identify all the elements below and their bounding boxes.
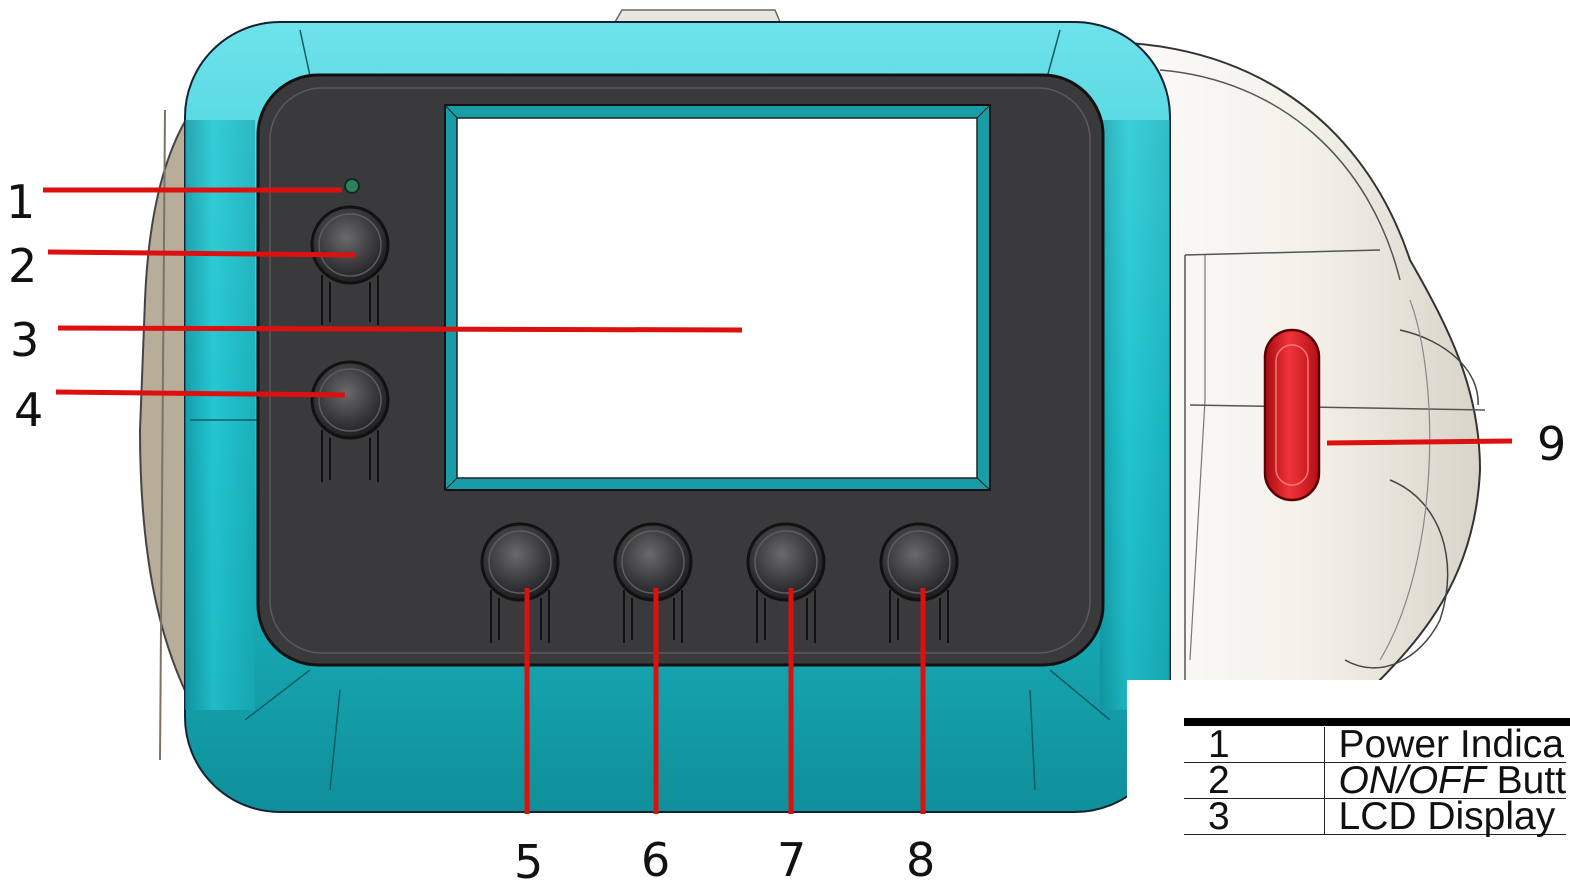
leader-line-2	[47, 249, 356, 258]
legend-description: Power Indica	[1324, 725, 1567, 764]
legend-row: 3 LCD Display	[1184, 797, 1567, 836]
lcd-display	[444, 104, 991, 491]
top-clip	[613, 9, 782, 23]
callout-5: 5	[514, 835, 543, 886]
leader-line-9	[1326, 438, 1513, 446]
callout-2: 2	[8, 239, 37, 293]
legend-row: 1 Power Indica	[1184, 725, 1567, 764]
legend-description: ON/OFF Butt	[1324, 761, 1567, 800]
callout-9: 9	[1537, 417, 1566, 471]
diagram-page: 1 2 3 4 5 6 7 8 9 1 Power Indica 2 ON/OF…	[0, 0, 1570, 886]
legend-number: 2	[1184, 761, 1325, 800]
legend-panel: 1 Power Indica 2 ON/OFF Butt 3 LCD Displ…	[1127, 680, 1570, 886]
callout-6: 6	[641, 833, 670, 886]
legend-row: 2 ON/OFF Butt	[1184, 761, 1567, 800]
callout-8: 8	[906, 833, 935, 886]
legend-table: 1 Power Indica 2 ON/OFF Butt 3 LCD Displ…	[1184, 725, 1567, 836]
side-trigger	[1263, 328, 1321, 502]
leader-line-3	[57, 325, 743, 333]
callout-7: 7	[777, 833, 806, 886]
legend-number: 1	[1184, 725, 1325, 764]
legend-text: LCD Display	[1338, 795, 1556, 838]
leader-line-4	[55, 389, 346, 398]
callout-4: 4	[14, 383, 43, 437]
callout-1: 1	[6, 175, 35, 229]
legend-description: LCD Display	[1324, 797, 1567, 836]
legend-number: 3	[1184, 797, 1325, 836]
callout-3: 3	[10, 313, 39, 367]
power-indicator	[344, 178, 360, 194]
